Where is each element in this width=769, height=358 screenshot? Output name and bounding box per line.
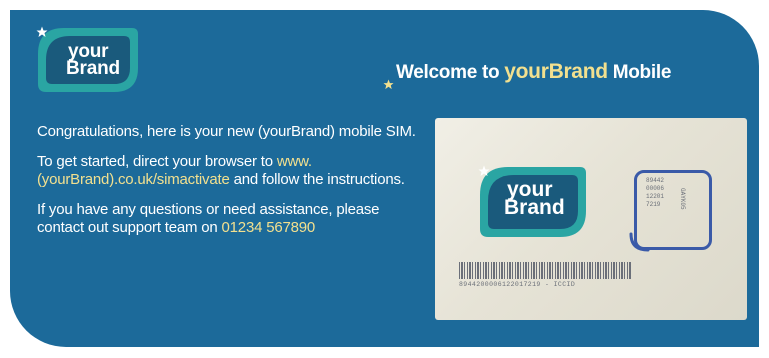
chip-serial-line: 12201 bbox=[646, 193, 665, 200]
chip-serial-line: 89442 bbox=[646, 177, 665, 184]
get-started-tail: and follow the instructions. bbox=[229, 171, 405, 188]
support-phone[interactable]: 01234 567890 bbox=[222, 219, 316, 236]
sim-logo-line-brand: Brand bbox=[504, 196, 565, 219]
support-text: If you have any questions or need assist… bbox=[37, 201, 380, 236]
sim-star-icon bbox=[478, 165, 490, 176]
congrats-paragraph: Congratulations, here is your new (yourB… bbox=[37, 123, 416, 140]
get-started-text: To get started, direct your browser to bbox=[37, 153, 277, 170]
barcode bbox=[459, 262, 631, 279]
sim-card-image: your Brand 89442 00006 12201 7219 GAYK05… bbox=[435, 118, 747, 320]
logo-line-brand: Brand bbox=[66, 58, 120, 79]
sim-logo-wordmark: your Brand bbox=[504, 179, 565, 219]
iccid-number: 8944200006122017219 - ICCID bbox=[459, 281, 576, 288]
headline-suffix: Mobile bbox=[607, 62, 672, 83]
chip-serial: 89442 00006 12201 7219 bbox=[646, 177, 664, 209]
headline-star-icon bbox=[383, 79, 394, 90]
headline-prefix: Welcome to bbox=[396, 62, 505, 83]
logo-wordmark: your Brand bbox=[66, 42, 120, 79]
get-started-paragraph: To get started, direct your browser to w… bbox=[37, 153, 427, 189]
star-icon bbox=[36, 26, 48, 37]
instructions-text: Congratulations, here is your new (yourB… bbox=[37, 123, 427, 249]
welcome-headline: Welcome to yourBrand Mobile bbox=[396, 60, 671, 84]
chip-serial-line: 7219 bbox=[646, 201, 661, 208]
support-paragraph: If you have any questions or need assist… bbox=[37, 201, 427, 237]
chip-side-code: GAYK05 bbox=[679, 188, 686, 210]
chip-hook-shape bbox=[629, 232, 650, 252]
headline-brand: yourBrand bbox=[504, 60, 608, 83]
welcome-card: your Brand Welcome to yourBrand Mobile C… bbox=[10, 10, 759, 347]
sim-brand-logo: your Brand bbox=[478, 165, 588, 241]
brand-logo: your Brand bbox=[36, 26, 140, 96]
chip-serial-line: 00006 bbox=[646, 185, 665, 192]
